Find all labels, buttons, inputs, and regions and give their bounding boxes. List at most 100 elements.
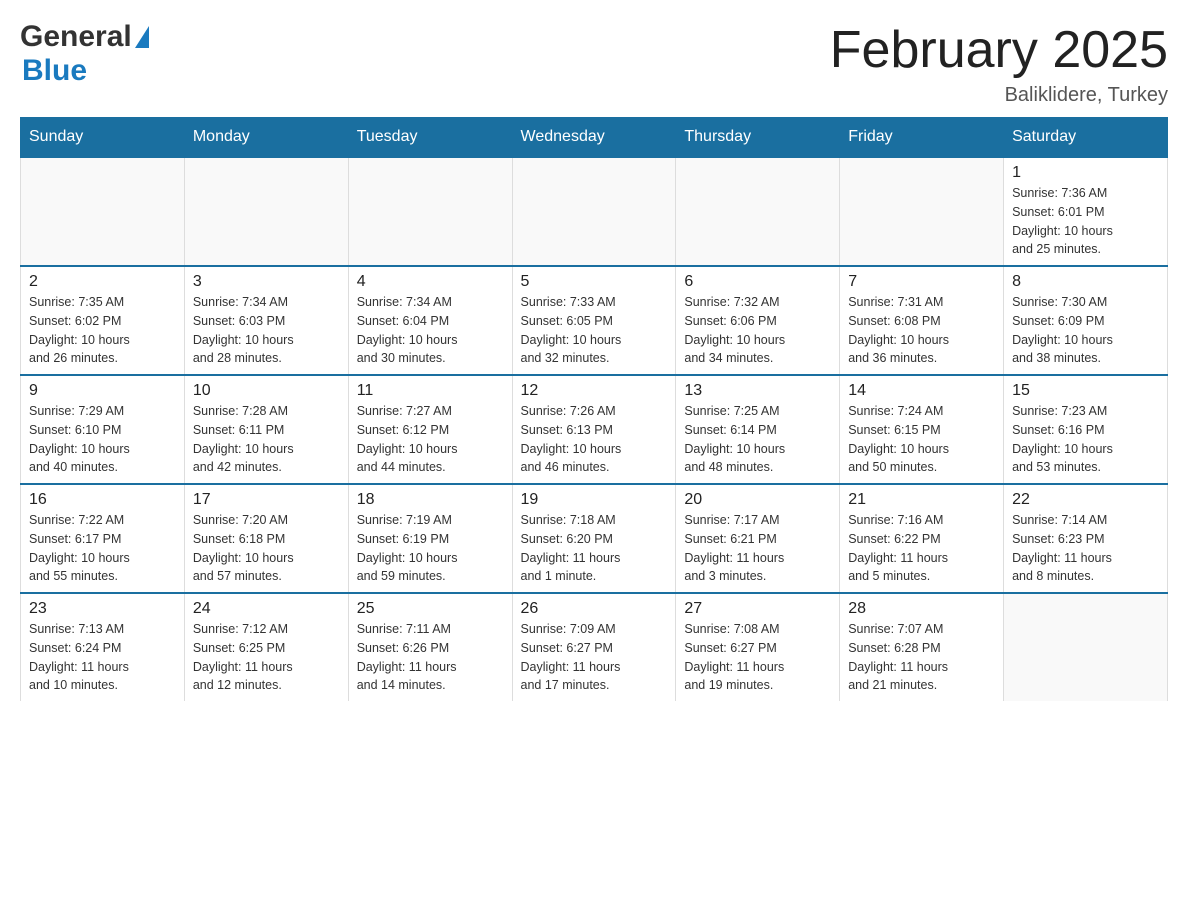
day-info: Sunrise: 7:19 AM Sunset: 6:19 PM Dayligh…	[357, 511, 504, 586]
calendar-cell: 15 Sunrise: 7:23 AM Sunset: 6:16 PM Dayli…	[1004, 375, 1168, 484]
day-number: 15	[1012, 382, 1159, 400]
day-number: 25	[357, 600, 504, 618]
day-info: Sunrise: 7:18 AM Sunset: 6:20 PM Dayligh…	[521, 511, 668, 586]
day-info: Sunrise: 7:12 AM Sunset: 6:25 PM Dayligh…	[193, 620, 340, 695]
day-number: 17	[193, 491, 340, 509]
calendar-cell: 5 Sunrise: 7:33 AM Sunset: 6:05 PM Daylig…	[512, 266, 676, 375]
day-of-week-header: Tuesday	[348, 118, 512, 158]
logo-general-text: General	[20, 20, 132, 54]
calendar-cell: 18Sunrise: 7:19 AM Sunset: 6:19 PM Dayli…	[348, 484, 512, 593]
calendar-cell	[21, 157, 185, 266]
calendar-table: SundayMondayTuesdayWednesdayThursdayFrid…	[20, 117, 1168, 701]
logo-triangle-icon	[135, 26, 149, 48]
day-info: Sunrise: 7:07 AM Sunset: 6:28 PM Dayligh…	[848, 620, 995, 695]
day-number: 6	[684, 273, 831, 291]
day-number: 26	[521, 600, 668, 618]
day-number: 8	[1012, 273, 1159, 291]
day-number: 19	[521, 491, 668, 509]
day-info: Sunrise: 7:30 AM Sunset: 6:09 PM Dayligh…	[1012, 293, 1159, 368]
day-of-week-header: Thursday	[676, 118, 840, 158]
calendar-cell	[676, 157, 840, 266]
calendar-cell: 26 Sunrise: 7:09 AM Sunset: 6:27 PM Dayli…	[512, 593, 676, 701]
day-number: 20	[684, 491, 831, 509]
calendar-cell: 4Sunrise: 7:34 AM Sunset: 6:04 PM Daylig…	[348, 266, 512, 375]
calendar-cell: 17 Sunrise: 7:20 AM Sunset: 6:18 PM Dayli…	[184, 484, 348, 593]
day-info: Sunrise: 7:13 AM Sunset: 6:24 PM Dayligh…	[29, 620, 176, 695]
day-info: Sunrise: 7:09 AM Sunset: 6:27 PM Dayligh…	[521, 620, 668, 695]
day-number: 2	[29, 273, 176, 291]
day-number: 3	[193, 273, 340, 291]
day-number: 13	[684, 382, 831, 400]
day-info: Sunrise: 7:17 AM Sunset: 6:21 PM Dayligh…	[684, 511, 831, 586]
day-of-week-header: Monday	[184, 118, 348, 158]
calendar-cell: 22 Sunrise: 7:14 AM Sunset: 6:23 PM Dayli…	[1004, 484, 1168, 593]
day-info: Sunrise: 7:24 AM Sunset: 6:15 PM Dayligh…	[848, 402, 995, 477]
calendar-week-row: 1Sunrise: 7:36 AM Sunset: 6:01 PM Daylig…	[21, 157, 1168, 266]
title-area: February 2025 Baliklidere, Turkey	[830, 20, 1168, 107]
calendar-cell: 24 Sunrise: 7:12 AM Sunset: 6:25 PM Dayli…	[184, 593, 348, 701]
day-number: 1	[1012, 164, 1159, 182]
day-info: Sunrise: 7:20 AM Sunset: 6:18 PM Dayligh…	[193, 511, 340, 586]
day-info: Sunrise: 7:16 AM Sunset: 6:22 PM Dayligh…	[848, 511, 995, 586]
calendar-week-row: 2 Sunrise: 7:35 AM Sunset: 6:02 PM Daylig…	[21, 266, 1168, 375]
calendar-cell: 13 Sunrise: 7:25 AM Sunset: 6:14 PM Dayli…	[676, 375, 840, 484]
day-number: 12	[521, 382, 668, 400]
day-info: Sunrise: 7:29 AM Sunset: 6:10 PM Dayligh…	[29, 402, 176, 477]
day-number: 16	[29, 491, 176, 509]
day-number: 14	[848, 382, 995, 400]
day-number: 23	[29, 600, 176, 618]
day-of-week-header: Saturday	[1004, 118, 1168, 158]
day-of-week-header: Friday	[840, 118, 1004, 158]
calendar-cell	[840, 157, 1004, 266]
calendar-cell: 12Sunrise: 7:26 AM Sunset: 6:13 PM Dayli…	[512, 375, 676, 484]
calendar-cell: 20 Sunrise: 7:17 AM Sunset: 6:21 PM Dayli…	[676, 484, 840, 593]
day-number: 5	[521, 273, 668, 291]
day-number: 27	[684, 600, 831, 618]
logo-blue-text: Blue	[22, 54, 87, 88]
calendar-cell	[1004, 593, 1168, 701]
calendar-week-row: 23 Sunrise: 7:13 AM Sunset: 6:24 PM Dayli…	[21, 593, 1168, 701]
calendar-week-row: 9 Sunrise: 7:29 AM Sunset: 6:10 PM Daylig…	[21, 375, 1168, 484]
calendar-cell: 7 Sunrise: 7:31 AM Sunset: 6:08 PM Daylig…	[840, 266, 1004, 375]
day-info: Sunrise: 7:31 AM Sunset: 6:08 PM Dayligh…	[848, 293, 995, 368]
calendar-cell: 6 Sunrise: 7:32 AM Sunset: 6:06 PM Daylig…	[676, 266, 840, 375]
day-number: 10	[193, 382, 340, 400]
calendar-cell: 1Sunrise: 7:36 AM Sunset: 6:01 PM Daylig…	[1004, 157, 1168, 266]
calendar-cell: 10 Sunrise: 7:28 AM Sunset: 6:11 PM Dayli…	[184, 375, 348, 484]
day-info: Sunrise: 7:23 AM Sunset: 6:16 PM Dayligh…	[1012, 402, 1159, 477]
day-info: Sunrise: 7:28 AM Sunset: 6:11 PM Dayligh…	[193, 402, 340, 477]
calendar-cell: 11Sunrise: 7:27 AM Sunset: 6:12 PM Dayli…	[348, 375, 512, 484]
day-info: Sunrise: 7:22 AM Sunset: 6:17 PM Dayligh…	[29, 511, 176, 586]
day-info: Sunrise: 7:33 AM Sunset: 6:05 PM Dayligh…	[521, 293, 668, 368]
calendar-cell: 19 Sunrise: 7:18 AM Sunset: 6:20 PM Dayli…	[512, 484, 676, 593]
day-info: Sunrise: 7:34 AM Sunset: 6:03 PM Dayligh…	[193, 293, 340, 368]
calendar-title: February 2025	[830, 20, 1168, 80]
day-info: Sunrise: 7:08 AM Sunset: 6:27 PM Dayligh…	[684, 620, 831, 695]
day-number: 9	[29, 382, 176, 400]
calendar-cell: 9 Sunrise: 7:29 AM Sunset: 6:10 PM Daylig…	[21, 375, 185, 484]
calendar-cell: 16 Sunrise: 7:22 AM Sunset: 6:17 PM Dayli…	[21, 484, 185, 593]
day-info: Sunrise: 7:32 AM Sunset: 6:06 PM Dayligh…	[684, 293, 831, 368]
day-number: 22	[1012, 491, 1159, 509]
day-info: Sunrise: 7:35 AM Sunset: 6:02 PM Dayligh…	[29, 293, 176, 368]
day-info: Sunrise: 7:25 AM Sunset: 6:14 PM Dayligh…	[684, 402, 831, 477]
calendar-cell: 14 Sunrise: 7:24 AM Sunset: 6:15 PM Dayli…	[840, 375, 1004, 484]
day-info: Sunrise: 7:11 AM Sunset: 6:26 PM Dayligh…	[357, 620, 504, 695]
calendar-week-row: 16 Sunrise: 7:22 AM Sunset: 6:17 PM Dayli…	[21, 484, 1168, 593]
calendar-cell	[184, 157, 348, 266]
calendar-cell: 23 Sunrise: 7:13 AM Sunset: 6:24 PM Dayli…	[21, 593, 185, 701]
calendar-cell: 25 Sunrise: 7:11 AM Sunset: 6:26 PM Dayli…	[348, 593, 512, 701]
calendar-cell: 8 Sunrise: 7:30 AM Sunset: 6:09 PM Daylig…	[1004, 266, 1168, 375]
calendar-subtitle: Baliklidere, Turkey	[830, 84, 1168, 107]
day-number: 7	[848, 273, 995, 291]
day-info: Sunrise: 7:14 AM Sunset: 6:23 PM Dayligh…	[1012, 511, 1159, 586]
calendar-cell: 2 Sunrise: 7:35 AM Sunset: 6:02 PM Daylig…	[21, 266, 185, 375]
calendar-cell: 27 Sunrise: 7:08 AM Sunset: 6:27 PM Dayli…	[676, 593, 840, 701]
day-of-week-header: Wednesday	[512, 118, 676, 158]
day-of-week-header: Sunday	[21, 118, 185, 158]
day-number: 28	[848, 600, 995, 618]
day-info: Sunrise: 7:34 AM Sunset: 6:04 PM Dayligh…	[357, 293, 504, 368]
calendar-cell: 3 Sunrise: 7:34 AM Sunset: 6:03 PM Daylig…	[184, 266, 348, 375]
day-number: 24	[193, 600, 340, 618]
calendar-cell: 21Sunrise: 7:16 AM Sunset: 6:22 PM Dayli…	[840, 484, 1004, 593]
